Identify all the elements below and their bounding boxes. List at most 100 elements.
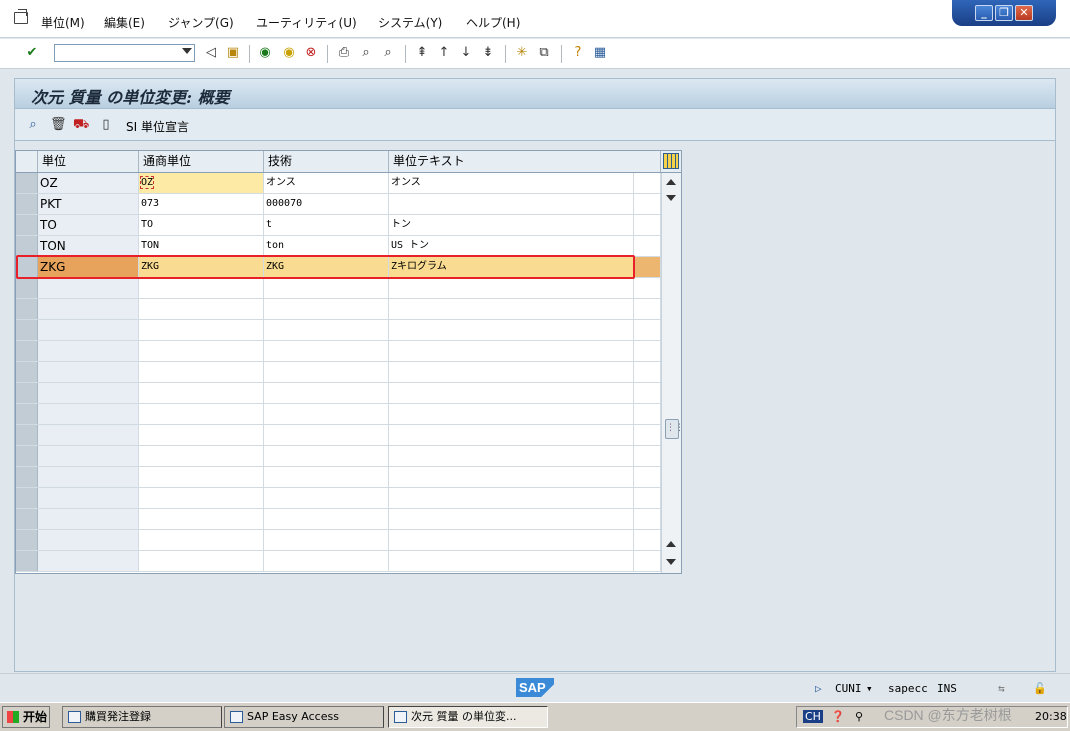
system-menu-icon[interactable] bbox=[14, 9, 28, 24]
empty-row[interactable] bbox=[16, 362, 661, 383]
technical-unit-input[interactable]: ZKG bbox=[264, 257, 389, 277]
row-selector[interactable] bbox=[16, 467, 38, 487]
delete-icon[interactable]: 🗑 bbox=[50, 117, 67, 133]
column-header-unit[interactable]: 単位 bbox=[38, 151, 139, 172]
empty-row[interactable] bbox=[16, 278, 661, 299]
commercial-unit-input[interactable]: TON bbox=[139, 236, 264, 256]
command-field[interactable] bbox=[54, 44, 195, 62]
status-expand-icon[interactable]: ▷ bbox=[815, 682, 822, 695]
row-selector[interactable] bbox=[16, 320, 38, 340]
scroll-up-icon[interactable] bbox=[666, 179, 676, 185]
unit-text-input[interactable]: オンス bbox=[389, 173, 634, 193]
layout-icon[interactable]: ▦ bbox=[592, 45, 608, 61]
row-selector[interactable] bbox=[16, 551, 38, 571]
task-purchase-order[interactable]: 購買発注登録 bbox=[62, 706, 222, 728]
unit-text-input[interactable]: トン bbox=[389, 215, 634, 235]
row-selector[interactable] bbox=[16, 509, 38, 529]
row-selector[interactable] bbox=[16, 488, 38, 508]
commercial-unit-input[interactable]: 073 bbox=[139, 194, 264, 214]
menu-goto[interactable]: ジャンプ(G) bbox=[168, 14, 234, 31]
restore-button[interactable]: ❐ bbox=[995, 5, 1013, 21]
row-selector[interactable] bbox=[16, 215, 38, 235]
collapse-icon[interactable]: ◁ bbox=[203, 45, 219, 61]
network-icon[interactable]: ⚲ bbox=[855, 710, 863, 723]
empty-row[interactable] bbox=[16, 425, 661, 446]
unit-text-input[interactable] bbox=[389, 194, 634, 214]
first-page-icon[interactable]: ⇞ bbox=[414, 45, 430, 61]
empty-row[interactable] bbox=[16, 320, 661, 341]
close-button[interactable]: ✕ bbox=[1015, 5, 1033, 21]
last-page-icon[interactable]: ⇟ bbox=[480, 45, 496, 61]
task-sap-easy-access[interactable]: SAP Easy Access bbox=[224, 706, 384, 728]
shortcut-icon[interactable]: ⧉ bbox=[536, 45, 552, 61]
technical-unit-input[interactable]: ton bbox=[264, 236, 389, 256]
back-icon[interactable]: ◉ bbox=[257, 45, 273, 61]
chevron-down-icon[interactable]: ▾ bbox=[866, 682, 873, 695]
details-icon[interactable]: ⌕ bbox=[25, 117, 41, 133]
save-icon[interactable]: ▣ bbox=[225, 45, 241, 61]
row-selector[interactable] bbox=[16, 425, 38, 445]
empty-row[interactable] bbox=[16, 488, 661, 509]
page-down-icon[interactable] bbox=[666, 559, 676, 565]
exit-icon[interactable]: ◉ bbox=[281, 45, 297, 61]
start-button[interactable]: 开始 bbox=[2, 706, 50, 728]
empty-row[interactable] bbox=[16, 467, 661, 488]
lock-icon[interactable]: 🔓 bbox=[1033, 682, 1047, 695]
row-selector[interactable] bbox=[16, 530, 38, 550]
language-indicator[interactable]: CH bbox=[803, 710, 823, 723]
table-row[interactable]: TO TO t トン bbox=[16, 215, 661, 236]
minimize-button[interactable]: _ bbox=[975, 5, 993, 21]
row-selector[interactable] bbox=[16, 194, 38, 214]
new-entries-icon[interactable]: ▯ bbox=[98, 117, 114, 133]
row-selector[interactable] bbox=[16, 362, 38, 382]
row-selector[interactable] bbox=[16, 236, 38, 256]
scroll-down-icon[interactable] bbox=[666, 195, 676, 201]
check-icon[interactable]: ✔ bbox=[24, 45, 40, 61]
table-row-highlighted[interactable]: ZKG ZKG ZKG Zキログラム bbox=[16, 257, 661, 278]
empty-row[interactable] bbox=[16, 551, 661, 572]
row-selector[interactable] bbox=[16, 257, 38, 277]
new-session-icon[interactable]: ✳ bbox=[514, 45, 530, 61]
row-selector[interactable] bbox=[16, 341, 38, 361]
technical-unit-input[interactable]: t bbox=[264, 215, 389, 235]
row-selector[interactable] bbox=[16, 278, 38, 298]
next-page-icon[interactable]: ↓ bbox=[458, 45, 474, 61]
empty-row[interactable] bbox=[16, 383, 661, 404]
table-row[interactable]: OZ OZ オンス オンス bbox=[16, 173, 661, 194]
chevron-down-icon[interactable] bbox=[182, 48, 192, 54]
menu-help[interactable]: ヘルプ(H) bbox=[466, 14, 520, 31]
table-row[interactable]: PKT 073 000070 bbox=[16, 194, 661, 215]
help-tray-icon[interactable]: ❓ bbox=[831, 710, 845, 723]
print-icon[interactable]: ⎙ bbox=[336, 45, 352, 61]
unit-text-input[interactable]: US トン bbox=[389, 236, 634, 256]
empty-row[interactable] bbox=[16, 530, 661, 551]
technical-unit-input[interactable]: オンス bbox=[264, 173, 389, 193]
technical-unit-input[interactable]: 000070 bbox=[264, 194, 389, 214]
command-input[interactable] bbox=[55, 45, 175, 61]
column-header-commercial[interactable]: 通商単位 bbox=[139, 151, 264, 172]
row-selector[interactable] bbox=[16, 446, 38, 466]
previous-page-icon[interactable]: ↑ bbox=[436, 45, 452, 61]
transport-icon[interactable]: ⛟ bbox=[73, 117, 89, 133]
menu-utilities[interactable]: ユーティリティ(U) bbox=[256, 14, 357, 31]
row-selector[interactable] bbox=[16, 173, 38, 193]
column-header-technical[interactable]: 技術 bbox=[264, 151, 389, 172]
scroll-thumb[interactable]: ⋮⋮ bbox=[665, 419, 684, 439]
column-header-text[interactable]: 単位テキスト bbox=[389, 151, 661, 172]
empty-row[interactable] bbox=[16, 341, 661, 362]
help-icon[interactable]: ? bbox=[570, 45, 586, 61]
status-toggle-icon[interactable]: ⇆ bbox=[998, 682, 1005, 695]
empty-row[interactable] bbox=[16, 446, 661, 467]
row-selector[interactable] bbox=[16, 404, 38, 424]
find-next-icon[interactable]: ⌕ bbox=[380, 45, 396, 61]
menu-unit[interactable]: 単位(M) bbox=[41, 14, 85, 31]
unit-text-input[interactable]: Zキログラム bbox=[389, 257, 634, 277]
page-up-icon[interactable] bbox=[666, 541, 676, 547]
empty-row[interactable] bbox=[16, 299, 661, 320]
find-icon[interactable]: ⌕ bbox=[358, 45, 374, 61]
insert-mode[interactable]: INS bbox=[937, 682, 957, 695]
vertical-scrollbar[interactable]: ⋮⋮ bbox=[661, 173, 684, 573]
menu-edit[interactable]: 編集(E) bbox=[104, 14, 145, 31]
cancel-icon[interactable]: ⊗ bbox=[303, 45, 319, 61]
commercial-unit-input[interactable]: TO bbox=[139, 215, 264, 235]
